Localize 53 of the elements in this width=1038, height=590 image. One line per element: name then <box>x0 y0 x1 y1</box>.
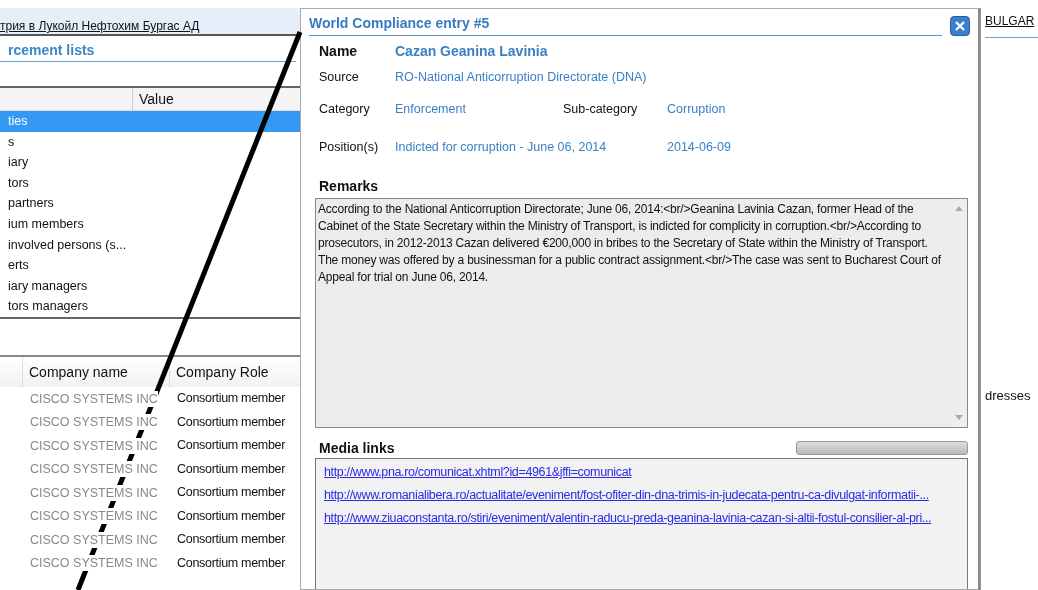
list-item[interactable]: s <box>0 131 300 153</box>
field-label: Name <box>319 43 359 59</box>
table-cell-text: Consortium member <box>177 554 286 572</box>
media-link[interactable]: http://www.pna.ro/comunicat.xhtml?id=4961&jffi=comunicat <box>324 461 959 484</box>
list-item[interactable]: tors <box>0 172 300 194</box>
table-cell: CISCO SYSTEMS INC <box>30 531 158 548</box>
table-cell-text: Consortium member <box>177 484 286 501</box>
media-links-label: Media links <box>319 440 395 456</box>
table-cell-text: Consortium member <box>177 531 286 548</box>
table-cell-text: dresses <box>985 388 1032 403</box>
dialog-title: World Compliance entry #5 <box>309 15 942 36</box>
close-button[interactable] <box>950 15 970 36</box>
table-cell: CISCO SYSTEMS INC <box>30 484 158 501</box>
media-link[interactable]: http://www.ziuaconstanta.ro/stiri/eveniment/valentin-raducu-preda-geanina-lavinia-cazan-si-altii-fostul-consilier-al-pri... <box>324 507 959 530</box>
table-cell: CISCO SYSTEMS INC <box>30 555 158 572</box>
list-item[interactable]: involved persons (s... <box>0 234 300 256</box>
list-item[interactable]: tors managers <box>0 296 300 317</box>
table-cell-text: Consortium member <box>177 460 286 478</box>
field-label: Source <box>319 70 360 84</box>
list-item[interactable]: iary <box>0 152 300 173</box>
remarks-field[interactable]: According to the National Anticorruption Directorate; June 06, 2014:<br/>Geanina Lavinia Cazan, former Head of the Cabinet of the State Secretary within the Ministry of Transport, is indicted for complicity in corruption.<br/>According to prosecutors, in 2012-2013 Cazan delivered €200,000 in bribes to the Secretary of State within the Ministry of Transport. The money was offered by a businessman for a public contract assignment.<br/>The case was sent to Bucharest Court of Appeal for trial on June 06, 2014. <box>315 198 968 428</box>
field-label: Position(s) <box>319 140 380 154</box>
table-cell: CISCO SYSTEMS INC <box>30 461 158 478</box>
table-cell: CISCO SYSTEMS INC <box>30 414 158 431</box>
list-item[interactable]: erts <box>0 255 300 276</box>
table-cell-text: Consortium member <box>177 390 286 407</box>
field-label: Sub-category <box>563 102 639 116</box>
position-value: Indicted for corruption - June 06, 2014 <box>395 140 608 154</box>
subcategory-value: Corruption <box>667 102 726 116</box>
close-icon <box>954 19 966 32</box>
table-cell-text: Consortium member <box>177 437 286 454</box>
table-cell: CISCO SYSTEMS INC <box>30 437 158 454</box>
table-cell-text: Consortium member <box>177 413 286 431</box>
field-label: Category <box>319 102 371 116</box>
section-title: rcement lists <box>0 36 296 62</box>
table-cell: CISCO SYSTEMS INC <box>30 508 158 525</box>
scroll-down-icon[interactable] <box>955 415 963 421</box>
list-item[interactable]: iary managers <box>0 275 300 297</box>
media-link[interactable]: http://www.romanialibera.ro/actualitate/eveniment/fost-ofiter-din-dna-trimis-in-judecata-pentru-ca-divulgat-informatii-... <box>324 484 959 507</box>
column-header: Value <box>132 88 174 110</box>
source-value: RO-National Anticorruption Directorate (DNA) <box>395 70 647 84</box>
name-value: Cazan Geanina Lavinia <box>395 43 548 59</box>
list-item[interactable]: ium members <box>0 213 300 235</box>
remarks-label: Remarks <box>318 177 380 196</box>
top-row: трия в Лукойл Нефтохим Бургас АД <box>0 8 300 36</box>
category-value: Enforcement <box>395 102 467 116</box>
table-cell: CISCO SYSTEMS INC <box>30 390 158 407</box>
column-header: BULGAR <box>985 8 1038 38</box>
position-date: 2014-06-09 <box>667 140 731 154</box>
list-item[interactable]: partners <box>0 193 300 214</box>
column-header: Company name <box>22 357 169 387</box>
scroll-up-icon[interactable] <box>955 205 963 211</box>
table-cell-text: Consortium member <box>177 507 286 525</box>
